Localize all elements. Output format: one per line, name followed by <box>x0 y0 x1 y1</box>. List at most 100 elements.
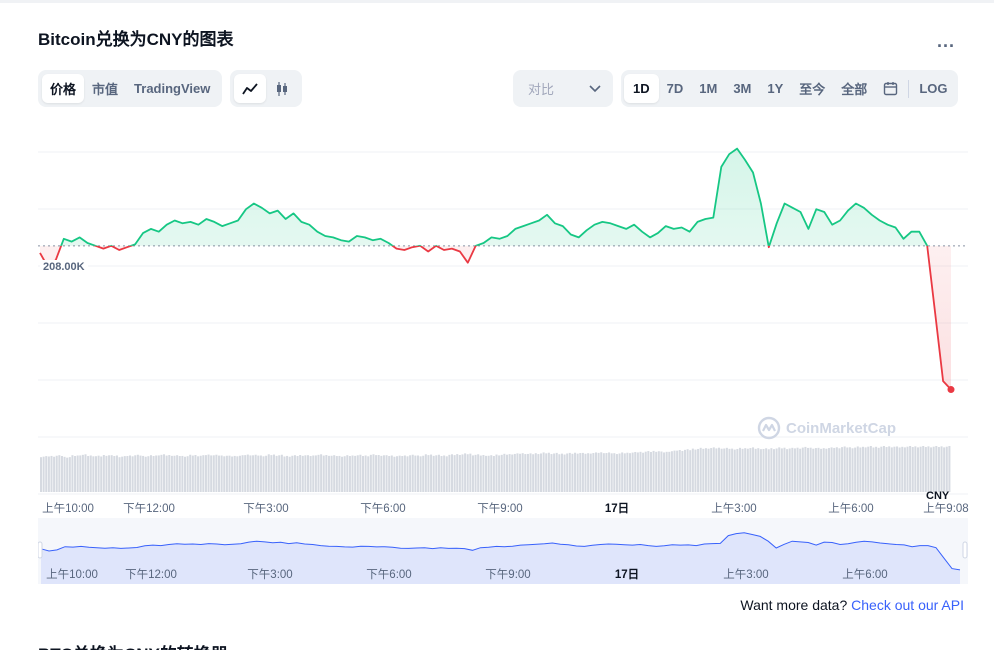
volume-bar <box>537 454 540 492</box>
volume-bar <box>524 454 527 492</box>
volume-bar <box>738 447 741 492</box>
volume-bar <box>945 446 948 492</box>
price-chart[interactable] <box>38 119 968 519</box>
coinmarketcap-watermark: CoinMarketCap <box>757 416 896 440</box>
volume-bar <box>770 448 773 492</box>
volume-bar <box>888 446 891 492</box>
compare-select[interactable]: 对比 <box>513 70 613 107</box>
range-ytd[interactable]: 至今 <box>791 74 833 103</box>
volume-bar <box>571 453 574 492</box>
range-1y[interactable]: 1Y <box>759 74 791 103</box>
volume-bar <box>335 456 338 492</box>
volume-bar <box>550 454 553 492</box>
navigator-right-handle[interactable] <box>962 541 968 559</box>
volume-bar <box>744 448 747 492</box>
volume-bar <box>909 446 912 492</box>
volume-bar <box>655 451 658 492</box>
volume-bar <box>280 454 283 492</box>
volume-bar <box>149 455 152 492</box>
volume-bar <box>469 453 472 492</box>
volume-bar <box>142 455 145 492</box>
range-log[interactable]: LOG <box>911 74 955 103</box>
volume-bar <box>715 448 718 492</box>
volume-bar <box>841 447 844 492</box>
range-7d[interactable]: 7D <box>659 74 692 103</box>
tab-market-cap[interactable]: 市值 <box>84 74 126 103</box>
volume-bar <box>450 454 454 492</box>
volume-bar <box>754 448 757 492</box>
volume-bar <box>867 446 870 492</box>
volume-bar <box>477 454 480 492</box>
volume-bar <box>893 446 896 492</box>
volume-bar <box>377 455 380 492</box>
tab-price[interactable]: 价格 <box>42 74 85 103</box>
tab-tradingview[interactable]: TradingView <box>126 74 218 103</box>
range-all[interactable]: 全部 <box>833 74 875 103</box>
volume-bar <box>110 455 113 492</box>
candlestick-icon[interactable] <box>266 74 298 103</box>
volume-bar <box>869 446 872 492</box>
volume-bar <box>597 452 600 492</box>
volume-bar <box>589 453 592 492</box>
api-promo: Want more data? Check out our API <box>740 597 964 613</box>
range-1d[interactable]: 1D <box>624 74 659 103</box>
volume-bar <box>204 455 207 492</box>
volume-bar <box>804 446 807 492</box>
volume-bar <box>296 456 299 492</box>
range-3m[interactable]: 3M <box>725 74 759 103</box>
volume-bar <box>587 453 590 492</box>
volume-bar <box>856 446 859 492</box>
range-1m[interactable]: 1M <box>691 74 725 103</box>
navigator-left-handle[interactable] <box>37 541 43 559</box>
volume-bar <box>288 456 291 492</box>
volume-bar <box>762 448 765 492</box>
volume-bar <box>914 446 917 492</box>
volume-bar <box>440 456 443 492</box>
volume-bar <box>854 447 857 492</box>
volume-bar <box>485 455 488 492</box>
volume-bar <box>307 455 310 492</box>
volume-bar <box>916 447 919 492</box>
volume-bar <box>409 455 412 492</box>
volume-bar <box>526 453 529 492</box>
volume-bar <box>388 456 391 492</box>
volume-bar <box>615 454 618 492</box>
volume-bar <box>783 447 786 492</box>
volume-bar <box>927 446 930 492</box>
volume-bar <box>317 454 320 492</box>
volume-bar <box>403 455 406 492</box>
volume-bar <box>108 455 111 492</box>
volume-bar <box>364 455 367 492</box>
volume-bar <box>191 455 194 492</box>
volume-bar <box>252 455 255 492</box>
volume-bar <box>741 448 744 492</box>
volume-bar <box>314 455 317 492</box>
volume-bar <box>254 454 257 492</box>
line-chart-icon[interactable] <box>234 74 266 103</box>
volume-bar <box>765 448 768 492</box>
volume-bar <box>464 453 467 492</box>
volume-bar <box>775 448 778 492</box>
volume-bar <box>194 455 197 492</box>
volume-bar <box>778 447 781 492</box>
api-link[interactable]: Check out our API <box>851 597 964 613</box>
volume-bar <box>579 453 582 492</box>
volume-bar <box>660 451 663 492</box>
volume-bar <box>540 453 543 492</box>
volume-bar <box>835 447 838 492</box>
volume-bar <box>568 452 571 492</box>
volume-bar <box>320 454 323 492</box>
volume-bar <box>380 455 383 492</box>
volume-bar <box>576 453 579 492</box>
volume-bar <box>291 455 294 492</box>
volume-bar <box>270 455 273 492</box>
volume-bar <box>220 455 223 492</box>
more-options-button[interactable]: ... <box>937 31 955 52</box>
volume-bar <box>424 454 427 492</box>
volume-bar <box>676 450 679 492</box>
volume-bar <box>401 456 404 492</box>
calendar-icon[interactable] <box>875 74 906 103</box>
volume-bar <box>702 448 705 492</box>
x-tick-label: 上午10:00 <box>42 503 94 515</box>
volume-bar <box>71 455 74 492</box>
